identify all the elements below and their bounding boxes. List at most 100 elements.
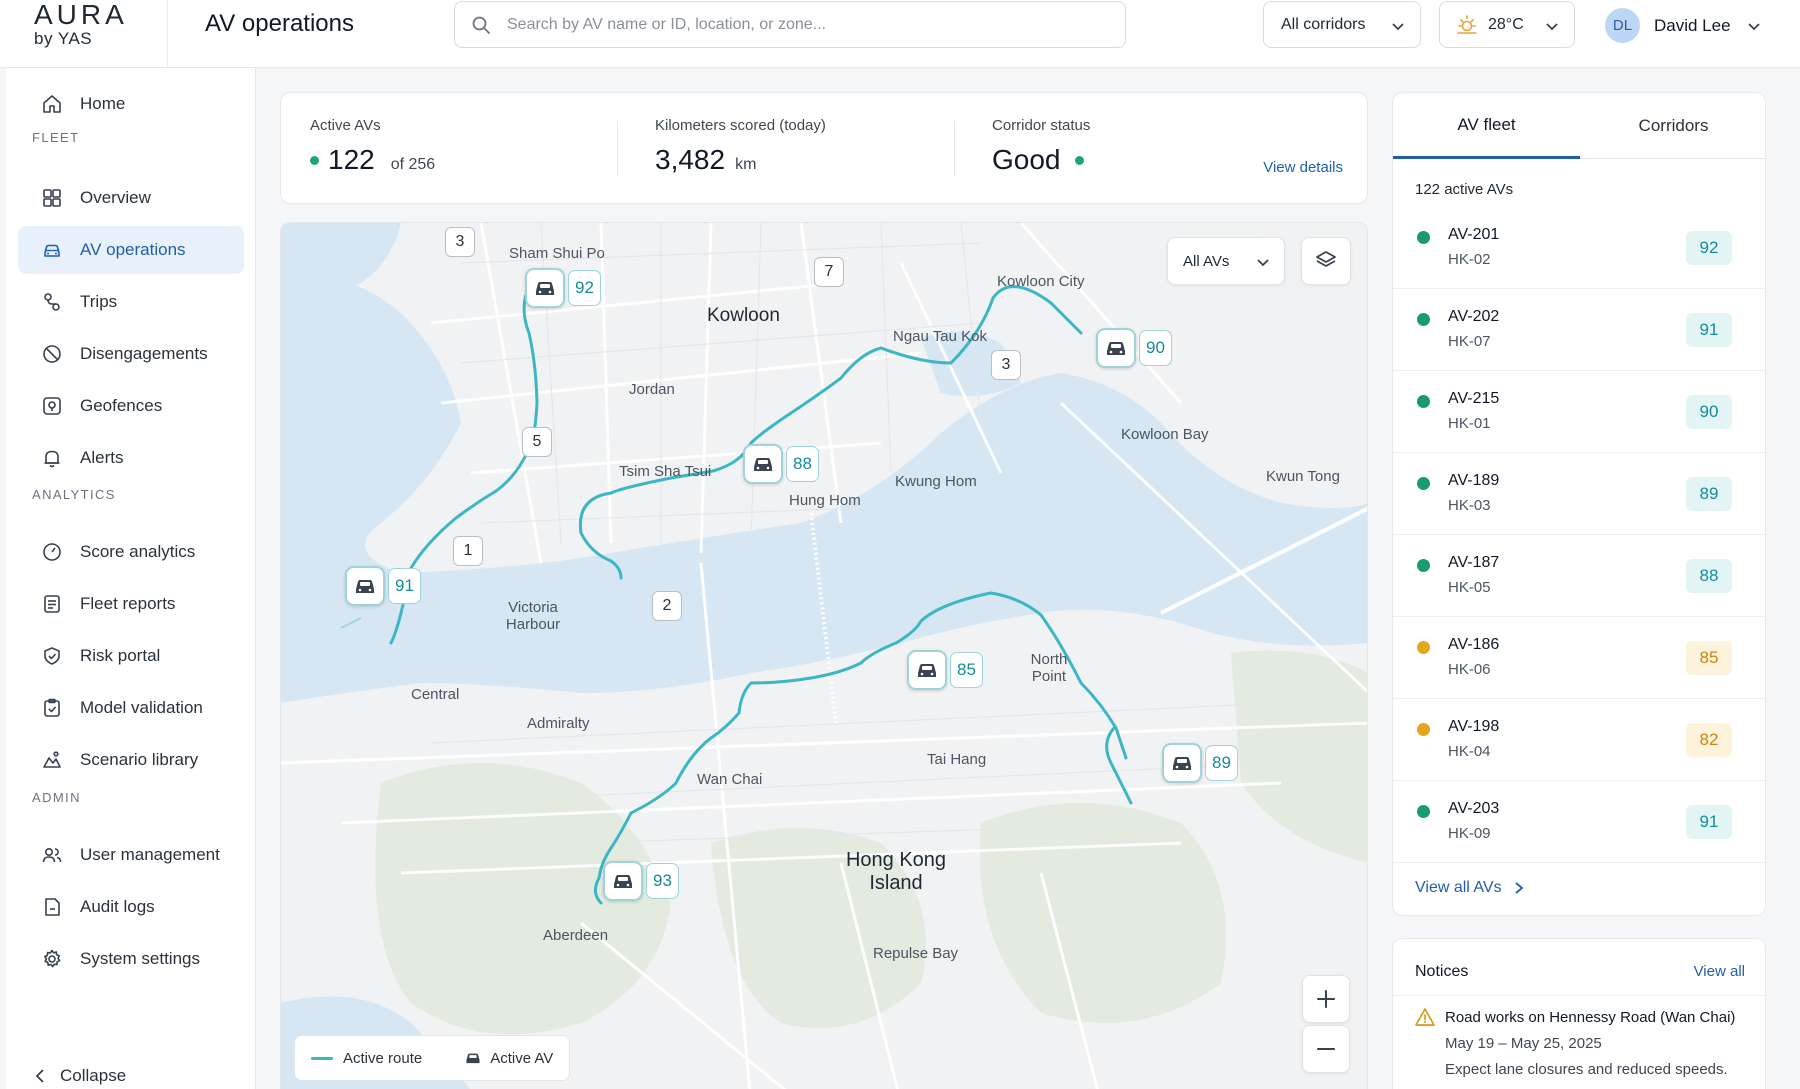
sidebar-item-fleet-reports[interactable]: Fleet reports bbox=[18, 580, 244, 628]
list-item[interactable]: AV-198 HK-04 82 bbox=[1393, 699, 1765, 781]
sidebar-item-risk-portal[interactable]: Risk portal bbox=[18, 632, 244, 680]
sidebar-item-disengagements[interactable]: Disengagements bbox=[18, 330, 244, 378]
sidebar-item-system-settings[interactable]: System settings bbox=[18, 935, 244, 983]
sidebar-item-label: AV operations bbox=[80, 240, 186, 259]
page-title: AV operations bbox=[205, 10, 354, 37]
list-item[interactable]: AV-186 HK-06 85 bbox=[1393, 617, 1765, 699]
map-label: Aberdeen bbox=[543, 927, 609, 944]
corridor-filter-dropdown[interactable]: All corridors bbox=[1263, 1, 1421, 48]
sidebar-item-overview[interactable]: Overview bbox=[18, 174, 244, 222]
map-label: Tsim Sha Tsui bbox=[619, 463, 712, 480]
av-marker[interactable]: 90 bbox=[1096, 328, 1172, 368]
score-badge: 91 bbox=[1686, 805, 1732, 839]
zoom-in-button[interactable] bbox=[1302, 975, 1350, 1023]
av-marker[interactable]: 91 bbox=[345, 566, 421, 606]
map-label: Victoria Harbour bbox=[505, 599, 561, 633]
plus-icon bbox=[1315, 988, 1337, 1010]
map-label: Kowloon City bbox=[997, 273, 1085, 290]
sidebar-item-label: Scenario library bbox=[80, 750, 199, 769]
user-name: David Lee bbox=[1654, 15, 1731, 35]
tab-corridors[interactable]: Corridors bbox=[1580, 93, 1765, 159]
divider bbox=[1393, 995, 1767, 996]
score-badge: 91 bbox=[1686, 313, 1732, 347]
list-item[interactable]: AV-202 HK-07 91 bbox=[1393, 289, 1765, 371]
tab-av-fleet[interactable]: AV fleet bbox=[1393, 93, 1580, 159]
sidebar-item-score-analytics[interactable]: Score analytics bbox=[18, 528, 244, 576]
map-base bbox=[281, 223, 1367, 1089]
waypoint-marker[interactable]: 3 bbox=[445, 227, 475, 257]
list-item[interactable]: AV-203 HK-09 91 bbox=[1393, 781, 1765, 863]
list-item[interactable]: AV-187 HK-05 88 bbox=[1393, 535, 1765, 617]
sidebar-item-scenario-library[interactable]: Scenario library bbox=[18, 736, 244, 784]
stat-label: Kilometers scored (today) bbox=[655, 117, 826, 134]
chevron-down-icon bbox=[1747, 19, 1761, 33]
av-fleet-panel: AV fleet Corridors 122 active AVs AV-201… bbox=[1392, 92, 1766, 916]
waypoint-marker[interactable]: 7 bbox=[814, 257, 844, 287]
waypoint-marker[interactable]: 1 bbox=[453, 536, 483, 566]
av-id: AV-202 bbox=[1448, 308, 1500, 325]
sidebar-item-av-operations[interactable]: AV operations bbox=[18, 226, 244, 274]
av-marker[interactable]: 88 bbox=[743, 444, 819, 484]
list-item[interactable]: AV-201 HK-02 92 bbox=[1393, 207, 1765, 289]
waypoint-marker[interactable]: 3 bbox=[991, 350, 1021, 380]
av-marker[interactable]: 89 bbox=[1162, 743, 1238, 783]
brand-logo[interactable]: AURA by YAS bbox=[0, 0, 168, 68]
car-icon bbox=[743, 444, 783, 484]
collapse-button[interactable]: Collapse bbox=[34, 1066, 126, 1086]
map-label: Wan Chai bbox=[697, 771, 763, 788]
av-marker[interactable]: 93 bbox=[603, 861, 679, 901]
stat-km-scored: Kilometers scored (today) 3,482 km bbox=[655, 117, 826, 176]
list-item[interactable]: AV-215 HK-01 90 bbox=[1393, 371, 1765, 453]
view-details-link[interactable]: View details bbox=[1263, 159, 1343, 176]
section-analytics: ANALYTICS bbox=[32, 487, 116, 502]
sidebar-item-label: System settings bbox=[80, 949, 200, 968]
slash-circle-icon bbox=[40, 342, 64, 366]
weather-temp: 28°C bbox=[1488, 15, 1524, 33]
notice-date: May 19 – May 25, 2025 bbox=[1445, 1035, 1602, 1052]
zoom-out-button[interactable] bbox=[1302, 1025, 1350, 1073]
divider bbox=[617, 121, 618, 177]
report-icon bbox=[40, 592, 64, 616]
panel-tabs: AV fleet Corridors bbox=[1393, 93, 1765, 159]
stat-value: Good bbox=[992, 144, 1061, 175]
search-box[interactable] bbox=[454, 1, 1126, 48]
sidebar-item-home[interactable]: Home bbox=[18, 80, 244, 128]
sidebar-item-geofences[interactable]: Geofences bbox=[18, 382, 244, 430]
av-score: 92 bbox=[568, 270, 601, 306]
search-icon bbox=[471, 15, 491, 40]
sidebar-item-label: Audit logs bbox=[80, 897, 155, 916]
sidebar-item-audit-logs[interactable]: Audit logs bbox=[18, 883, 244, 931]
sidebar-item-label: Home bbox=[80, 94, 126, 113]
sidebar-item-alerts[interactable]: Alerts bbox=[18, 434, 244, 482]
av-zone: HK-09 bbox=[1448, 825, 1491, 842]
fleet-map[interactable]: Sham Shui Po Kowloon Kowloon City Ngau T… bbox=[280, 222, 1368, 1089]
geofence-icon bbox=[40, 394, 64, 418]
layers-button[interactable] bbox=[1301, 237, 1351, 285]
sidebar-item-model-validation[interactable]: Model validation bbox=[18, 684, 244, 732]
av-marker[interactable]: 92 bbox=[525, 268, 601, 308]
av-filter-dropdown[interactable]: All AVs bbox=[1167, 237, 1285, 285]
sidebar-item-label: Trips bbox=[80, 292, 118, 311]
users-icon bbox=[40, 843, 64, 867]
stat-unit: km bbox=[735, 156, 757, 173]
car-icon bbox=[1096, 328, 1136, 368]
waypoint-marker[interactable]: 5 bbox=[522, 427, 552, 457]
view-all-avs-link[interactable]: View all AVs bbox=[1415, 879, 1524, 897]
map-label: Jordan bbox=[629, 381, 675, 398]
sidebar-item-label: Geofences bbox=[80, 396, 163, 415]
user-menu[interactable]: DL David Lee bbox=[1605, 8, 1761, 43]
sidebar-item-trips[interactable]: Trips bbox=[18, 278, 244, 326]
weather-dropdown[interactable]: 28°C bbox=[1439, 1, 1575, 48]
search-input[interactable] bbox=[507, 12, 1107, 38]
chevron-down-icon bbox=[1256, 255, 1270, 269]
map-label: Kowloon bbox=[707, 305, 780, 326]
waypoint-marker[interactable]: 2 bbox=[652, 591, 682, 621]
notices-view-all-link[interactable]: View all bbox=[1694, 963, 1745, 980]
score-badge: 90 bbox=[1686, 395, 1732, 429]
list-item[interactable]: AV-189 HK-03 89 bbox=[1393, 453, 1765, 535]
av-marker[interactable]: 85 bbox=[907, 650, 983, 690]
sidebar-item-user-management[interactable]: User management bbox=[18, 831, 244, 879]
section-admin: ADMIN bbox=[32, 790, 81, 805]
notice-title[interactable]: Road works on Hennessy Road (Wan Chai) bbox=[1445, 1009, 1735, 1026]
chevron-down-icon bbox=[1391, 19, 1405, 38]
